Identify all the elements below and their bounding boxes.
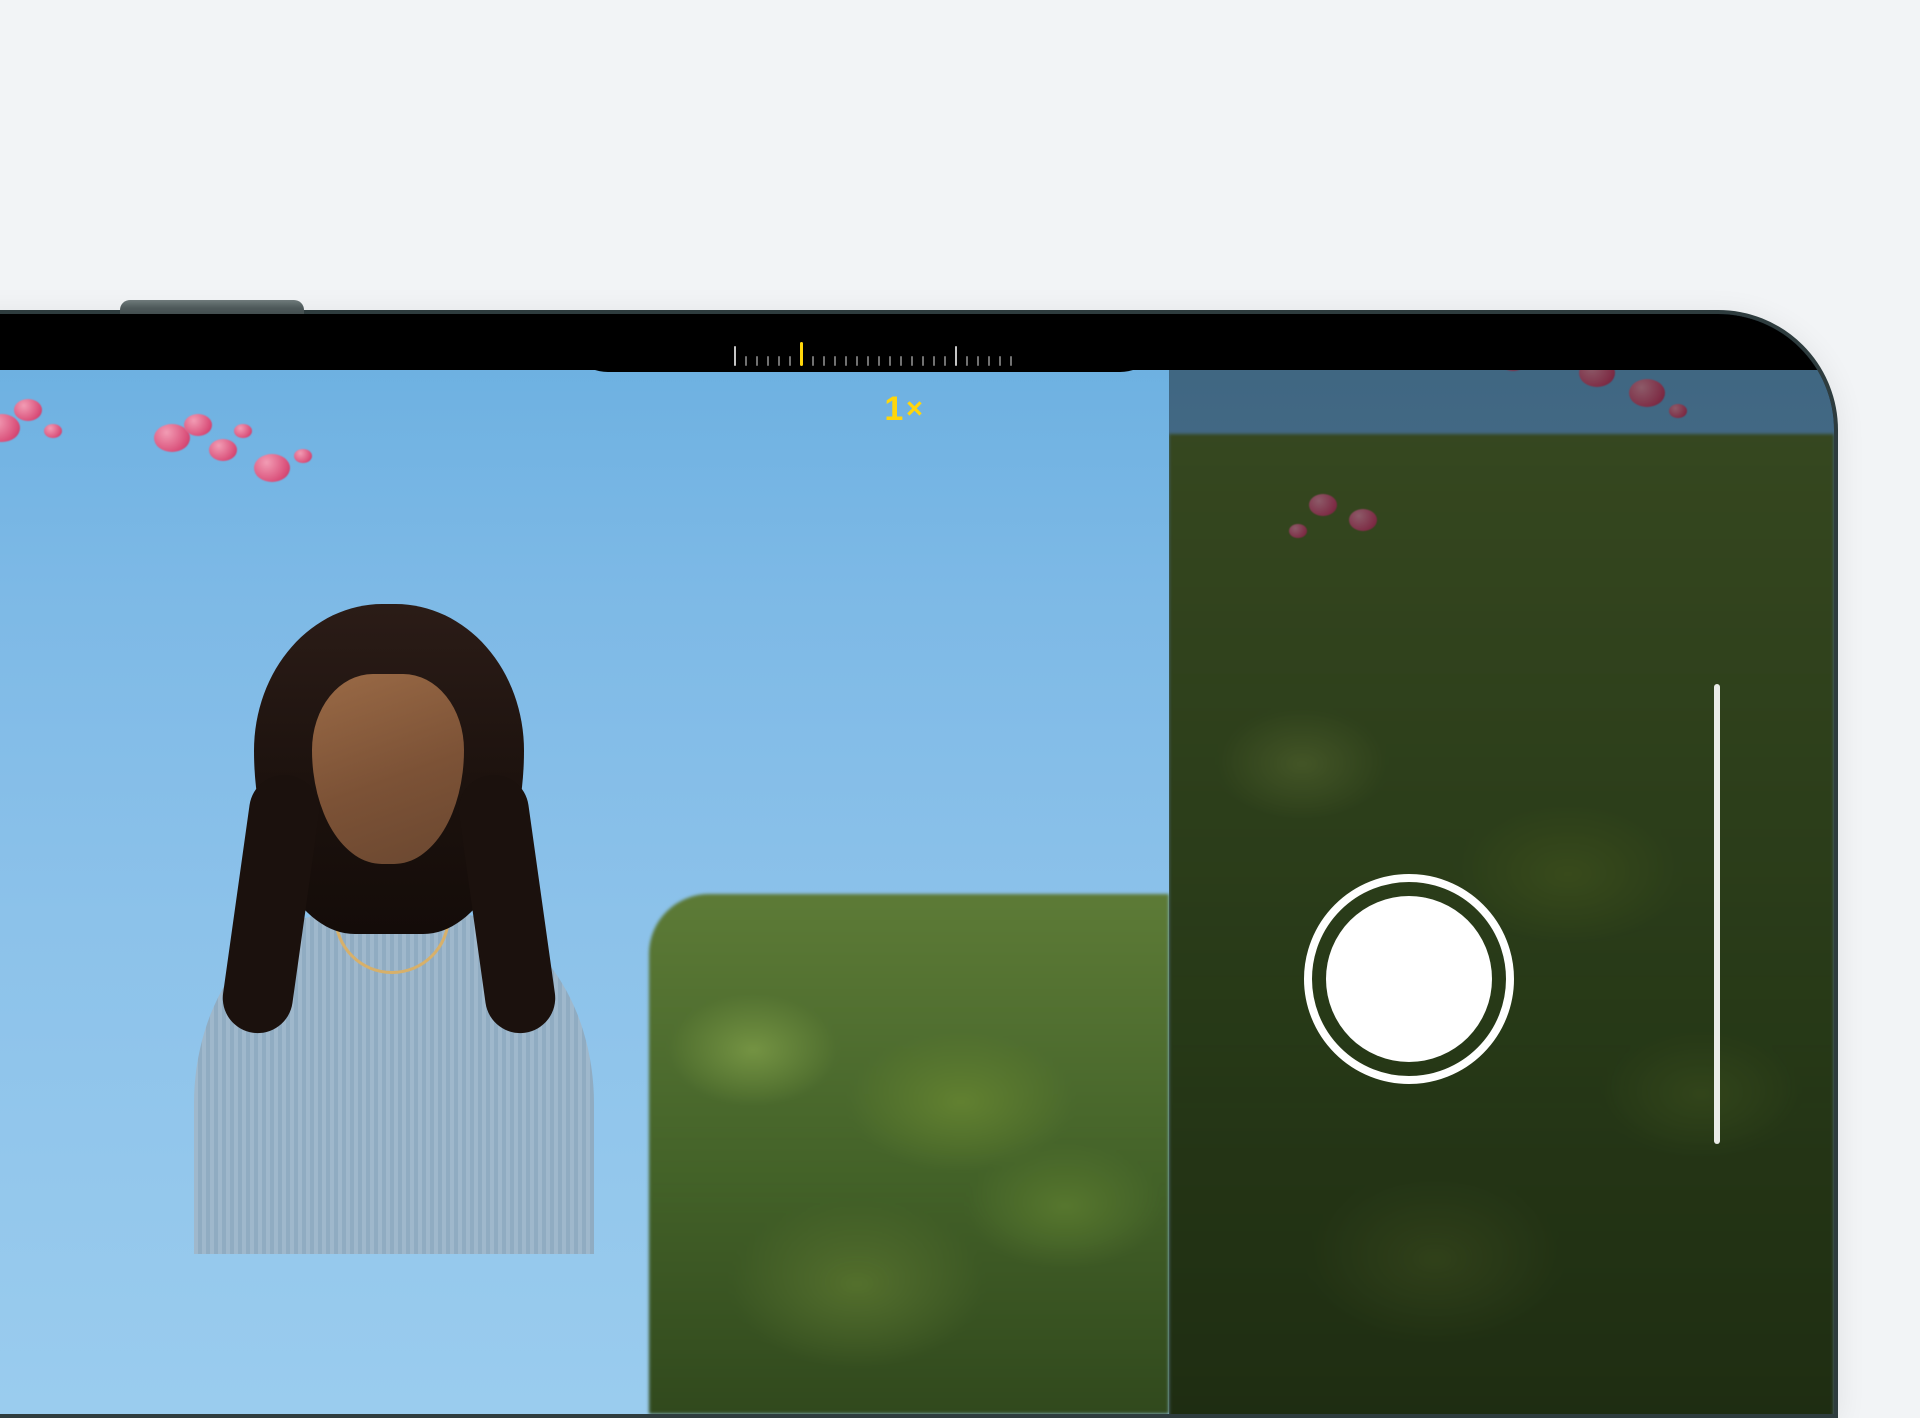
- zoom-tick: [812, 356, 814, 366]
- zoom-tick: [745, 356, 747, 366]
- device-wrap: 1×: [0, 310, 1890, 1410]
- camera-screen: 1×: [0, 314, 1834, 1414]
- zoom-tick: [933, 356, 935, 366]
- zoom-tick: [834, 356, 836, 366]
- zoom-tick: [922, 356, 924, 366]
- zoom-tick: [823, 356, 825, 366]
- zoom-tick: [734, 346, 736, 366]
- shutter-button[interactable]: [1304, 874, 1514, 1084]
- zoom-tick: [988, 356, 990, 366]
- flower-cluster: [1249, 334, 1834, 634]
- exposure-indicator[interactable]: [1714, 684, 1720, 1144]
- zoom-tick: [999, 356, 1001, 366]
- hedge: [649, 894, 1169, 1414]
- zoom-tick: [778, 356, 780, 366]
- zoom-tick: [845, 356, 847, 366]
- zoom-ruler[interactable]: [734, 314, 1084, 366]
- shutter-inner: [1326, 896, 1492, 1062]
- zoom-tick: [878, 356, 880, 366]
- zoom-tick: [867, 356, 869, 366]
- zoom-tick: [966, 356, 968, 366]
- zoom-tick: [1010, 356, 1012, 366]
- zoom-tick: [977, 356, 979, 366]
- zoom-tick: [856, 356, 858, 366]
- iphone-frame: 1×: [0, 310, 1838, 1418]
- zoom-tick: [944, 356, 946, 366]
- subject-person: [184, 604, 604, 1244]
- zoom-tick: [889, 356, 891, 366]
- viewfinder-main[interactable]: [0, 314, 1169, 1414]
- zoom-tick: [756, 356, 758, 366]
- zoom-tick: [900, 356, 902, 366]
- zoom-tick: [767, 356, 769, 366]
- viewfinder-outside-frame: [1169, 314, 1834, 1414]
- zoom-tick: [789, 356, 791, 366]
- zoom-tick: [911, 356, 913, 366]
- zoom-tick: [955, 346, 957, 366]
- zoom-tick: [800, 342, 803, 366]
